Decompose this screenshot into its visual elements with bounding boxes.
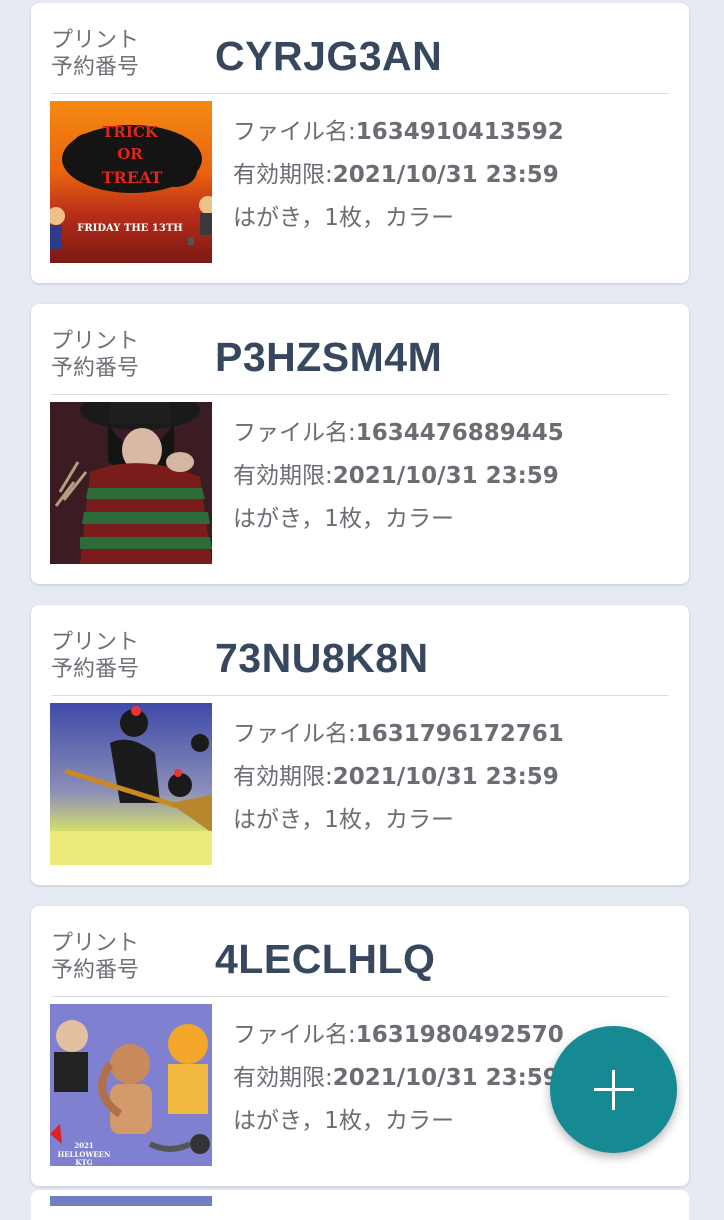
thumbnail-image[interactable]: TRICK OR TREAT FRIDAY THE 13TH [50, 101, 212, 263]
expiry-label: 有効期限: [233, 162, 333, 188]
svg-text:TREAT: TREAT [102, 168, 163, 187]
thumb-title-line1: TRICK [102, 123, 159, 141]
expiry-row: 有効期限:2021/10/31 23:59 [233, 756, 653, 799]
reservation-card[interactable]: プリント 予約番号 73NU8K8N ファイル名:1631796172761 有… [31, 605, 689, 885]
card-header: プリント 予約番号 P3HZSM4M [51, 326, 669, 395]
filename-label: ファイル名: [233, 119, 356, 145]
filename-value: 1634476889445 [355, 420, 564, 446]
filename-value: 1631796172761 [355, 721, 564, 747]
reservation-code: 73NU8K8N [215, 635, 429, 681]
expiry-value: 2021/10/31 23:59 [332, 162, 559, 188]
reservation-details: ファイル名:1634476889445 有効期限:2021/10/31 23:5… [233, 412, 653, 541]
filename-row: ファイル名:1631796172761 [233, 713, 653, 756]
card-header: プリント 予約番号 4LECLHLQ [51, 928, 669, 997]
svg-text:KTG: KTG [75, 1158, 92, 1166]
svg-text:2021: 2021 [74, 1141, 94, 1150]
reservation-details: ファイル名:1631796172761 有効期限:2021/10/31 23:5… [233, 713, 653, 842]
thumbnail-image[interactable] [50, 402, 212, 564]
svg-text:FRIDAY THE 13TH: FRIDAY THE 13TH [77, 223, 182, 234]
expiry-row: 有効期限:2021/10/31 23:59 [233, 154, 653, 197]
print-spec: はがき，1枚，カラー [233, 205, 454, 231]
reservation-number-label: プリント 予約番号 [51, 630, 140, 682]
reservation-code: P3HZSM4M [215, 334, 443, 380]
thumbnail-image[interactable]: 2021 HELLOWEEN KTG [50, 1004, 212, 1166]
expiry-value: 2021/10/31 23:59 [332, 1065, 559, 1091]
reservation-number-label: プリント 予約番号 [51, 329, 140, 381]
filename-row: ファイル名:1634476889445 [233, 412, 653, 455]
reservation-code: 4LECLHLQ [215, 936, 436, 982]
svg-text:OR: OR [117, 145, 143, 163]
reservation-details: ファイル名:1634910413592 有効期限:2021/10/31 23:5… [233, 111, 653, 240]
add-reservation-button[interactable] [550, 1026, 677, 1153]
expiry-label: 有効期限: [233, 764, 333, 790]
filename-value: 1631980492570 [355, 1022, 564, 1048]
filename-row: ファイル名:1634910413592 [233, 111, 653, 154]
thumbnail-image [50, 1196, 212, 1206]
reservation-card[interactable]: プリント 予約番号 P3HZSM4M ファイル名:1634476889445 有… [31, 304, 689, 584]
reservation-list: プリント 予約番号 CYRJG3AN TRICK OR TREAT FRIDAY… [31, 3, 689, 1207]
reservation-card-partial[interactable] [31, 1190, 689, 1220]
expiry-value: 2021/10/31 23:59 [332, 764, 559, 790]
filename-label: ファイル名: [233, 721, 356, 747]
card-header: プリント 予約番号 73NU8K8N [51, 627, 669, 696]
filename-value: 1634910413592 [355, 119, 564, 145]
filename-label: ファイル名: [233, 420, 356, 446]
reservation-card[interactable]: プリント 予約番号 CYRJG3AN TRICK OR TREAT FRIDAY… [31, 3, 689, 283]
expiry-row: 有効期限:2021/10/31 23:59 [233, 455, 653, 498]
expiry-label: 有効期限: [233, 1065, 333, 1091]
filename-label: ファイル名: [233, 1022, 356, 1048]
expiry-value: 2021/10/31 23:59 [332, 463, 559, 489]
print-spec: はがき，1枚，カラー [233, 506, 454, 532]
reservation-code: CYRJG3AN [215, 33, 443, 79]
thumbnail-image[interactable] [50, 703, 212, 865]
expiry-label: 有効期限: [233, 463, 333, 489]
print-spec: はがき，1枚，カラー [233, 807, 454, 833]
reservation-number-label: プリント 予約番号 [51, 931, 140, 983]
card-header: プリント 予約番号 CYRJG3AN [51, 25, 669, 94]
reservation-number-label: プリント 予約番号 [51, 28, 140, 80]
